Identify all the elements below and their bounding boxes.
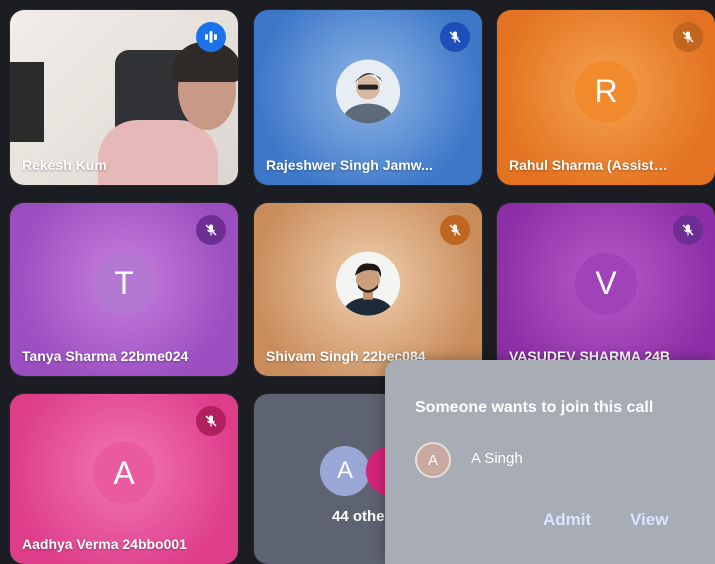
join-request-popup: Someone wants to join this call A A Sing… <box>385 360 715 564</box>
participant-initial: R <box>575 60 637 123</box>
participant-name: Rahul Sharma (Assistan... <box>509 157 675 173</box>
participant-tile-shivam[interactable]: Shivam Singh 22bec084 <box>254 203 482 376</box>
participant-photo <box>336 251 400 316</box>
participant-tile-rahul[interactable]: R Rahul Sharma (Assistan... <box>497 10 715 185</box>
speaking-indicator <box>196 22 226 52</box>
mic-off-icon <box>205 224 217 236</box>
participant-tile-tanya[interactable]: T Tanya Sharma 22bme024 <box>10 203 238 376</box>
others-count: 44 othe <box>332 508 385 525</box>
participant-tile-rajeshwer[interactable]: Rajeshwer Singh Jamw... <box>254 10 482 185</box>
participant-name: Rajeshwer Singh Jamw... <box>266 157 433 173</box>
mic-off-indicator <box>196 406 226 436</box>
participant-initial: A <box>93 441 155 504</box>
participant-name: Tanya Sharma 22bme024 <box>22 348 189 364</box>
mic-off-icon <box>682 31 694 43</box>
others-avatar: A <box>320 446 370 496</box>
mic-off-icon <box>205 415 217 427</box>
mic-off-icon <box>682 224 694 236</box>
participant-tile-rekesh[interactable]: Rekesh Kum <box>10 10 238 185</box>
requester-name: A Singh <box>471 450 523 467</box>
requester-avatar: A <box>415 442 451 478</box>
speaking-icon <box>205 31 217 43</box>
participant-name: Rekesh Kum <box>22 157 107 173</box>
participant-initial: V <box>575 252 637 315</box>
participant-tile-vasudev[interactable]: V VASUDEV SHARMA 24B <box>497 203 715 376</box>
participant-photo <box>336 59 400 124</box>
view-button[interactable]: View <box>630 510 668 530</box>
admit-button[interactable]: Admit <box>543 510 591 530</box>
mic-off-icon <box>449 224 461 236</box>
join-request-title: Someone wants to join this call <box>415 399 654 416</box>
mic-off-indicator <box>196 215 226 245</box>
participant-name: Aadhya Verma 24bbo001 <box>22 536 187 552</box>
mic-off-indicator <box>440 215 470 245</box>
mic-off-indicator <box>673 22 703 52</box>
mic-off-indicator <box>673 215 703 245</box>
mic-off-icon <box>449 31 461 43</box>
mic-off-indicator <box>440 22 470 52</box>
participant-tile-aadhya[interactable]: A Aadhya Verma 24bbo001 <box>10 394 238 564</box>
participant-initial: T <box>93 252 155 315</box>
